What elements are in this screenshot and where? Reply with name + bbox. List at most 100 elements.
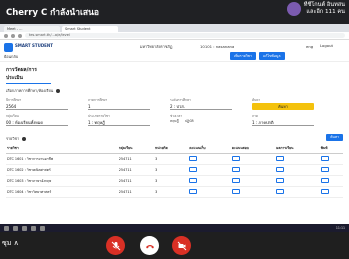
school-select[interactable]: มหาวิทยาลัยราชภัฏ bbox=[140, 44, 172, 50]
mic-off-button[interactable] bbox=[106, 236, 125, 255]
clock: 11:11 bbox=[335, 226, 345, 230]
browser-tabbar: Meet - ... Smart Student bbox=[0, 24, 349, 32]
year-select[interactable]: 2564 bbox=[6, 103, 68, 110]
radio-theory[interactable]: ทฤษฎี bbox=[170, 119, 179, 124]
program-select[interactable]: 1 : ภาคปกติ bbox=[252, 119, 314, 126]
collect-score-button[interactable] bbox=[189, 167, 198, 172]
language-toggle[interactable]: eng bbox=[306, 44, 313, 49]
start-icon[interactable] bbox=[4, 225, 9, 231]
table-row: DTC 1602 : วิชาคณิตศาสตร์ 254711 3 bbox=[6, 164, 343, 176]
info-icon bbox=[56, 89, 61, 93]
result-button[interactable] bbox=[276, 167, 285, 172]
table-title: รายวิชา bbox=[6, 136, 27, 142]
filter-subtitle-text: เลือกภาคการศึกษา/ห้องเรียน bbox=[6, 88, 54, 93]
credit-cell: 3 bbox=[154, 175, 189, 187]
filter-subtitle: เลือกภาคการศึกษา/ห้องเรียน bbox=[6, 88, 343, 94]
hang-up-icon bbox=[145, 244, 154, 248]
level-select[interactable]: 2 : ปวส. bbox=[170, 103, 232, 110]
app-logo bbox=[4, 43, 13, 52]
col-subject: รายวิชา bbox=[6, 144, 118, 154]
participant-name: ทีชีโกนต์ อินทสน bbox=[303, 2, 345, 8]
table-title-text: รายวิชา bbox=[6, 136, 20, 141]
group-cell: 254711 bbox=[117, 164, 155, 176]
result-button[interactable] bbox=[276, 156, 285, 161]
result-button[interactable] bbox=[276, 178, 285, 183]
camera-off-button[interactable] bbox=[172, 236, 191, 255]
term-select[interactable]: 1 bbox=[88, 103, 150, 110]
exam-score-button[interactable] bbox=[231, 167, 240, 172]
result-button[interactable] bbox=[276, 189, 285, 194]
assessment-panel: การวัดผล/การประเมิน เลือกภาคการศึกษา/ห้อ… bbox=[6, 66, 343, 198]
browser-tab-meet[interactable]: Meet - ... bbox=[4, 26, 60, 32]
camera-off-icon bbox=[177, 241, 186, 250]
col-print: พิมพ์ bbox=[319, 144, 343, 154]
edit-data-button[interactable]: แก้ไขข้อมูล bbox=[259, 52, 285, 60]
group-cell: 254711 bbox=[117, 186, 155, 198]
table-search-button[interactable]: ค้นหา bbox=[326, 133, 343, 141]
user-select[interactable]: 10101 : nasanana bbox=[200, 44, 234, 49]
print-button[interactable] bbox=[320, 178, 329, 183]
browser-icon[interactable] bbox=[22, 225, 27, 231]
mic-off-icon bbox=[111, 241, 120, 250]
add-subject-button[interactable]: เพิ่มรายวิชา bbox=[230, 52, 257, 60]
participant-count: และอีก 111 คน bbox=[306, 9, 345, 15]
app-icon[interactable] bbox=[40, 225, 45, 231]
col-group: กลุ่มเรียน bbox=[117, 144, 155, 154]
type-select[interactable]: 1 : ทฤษฎี bbox=[88, 119, 150, 126]
collect-score-button[interactable] bbox=[189, 189, 198, 194]
zoom-label[interactable]: ซุม ∧ bbox=[2, 238, 19, 249]
credit-cell: 3 bbox=[154, 186, 189, 198]
print-button[interactable] bbox=[320, 167, 329, 172]
back-icon[interactable] bbox=[4, 33, 8, 38]
subject-cell: DTC 1604 : วิชาวิทยาศาสตร์ bbox=[6, 186, 118, 198]
avatar bbox=[286, 2, 301, 16]
exam-score-button[interactable] bbox=[231, 189, 240, 194]
table-row: DTC 1604 : วิชาวิทยาศาสตร์ 254711 3 bbox=[6, 186, 343, 198]
subject-cell: DTC 1603 : วิชาภาษาอังกฤษ bbox=[6, 175, 118, 187]
subjects-table: รายวิชา กลุ่มเรียน หน่วยกิต คะแนนเก็บ คะ… bbox=[6, 144, 343, 198]
os-taskbar: 11:11 bbox=[0, 224, 349, 232]
col-exam: คะแนนสอบ bbox=[230, 144, 276, 154]
table-row: DTC 1603 : วิชาภาษาอังกฤษ 254711 3 bbox=[6, 175, 343, 187]
col-result: ผลการเรียน bbox=[275, 144, 320, 154]
info-icon bbox=[22, 137, 27, 141]
shared-screen: Meet - ... Smart Student tes.smart.th/..… bbox=[0, 24, 349, 232]
meet-header: Cherry C กำลังนำเสนอ ทีชีโกนต์ อินทสน แล… bbox=[0, 0, 349, 24]
exam-score-button[interactable] bbox=[231, 178, 240, 183]
credit-cell: 3 bbox=[154, 164, 189, 176]
print-button[interactable] bbox=[320, 156, 329, 161]
col-collect: คะแนนเก็บ bbox=[188, 144, 231, 154]
address-input[interactable]: tes.smart.th/...a/e/level bbox=[25, 33, 345, 38]
page-title: การวัดผล/การประเมิน bbox=[6, 66, 51, 84]
meet-controls: ซุม ∧ bbox=[0, 232, 349, 259]
subject-cell: DTC 1602 : วิชาคณิตศาสตร์ bbox=[6, 164, 118, 176]
browser-urlbar: tes.smart.th/...a/e/level bbox=[0, 32, 349, 40]
search-icon[interactable] bbox=[13, 225, 18, 231]
presenter-label: Cherry C กำลังนำเสนอ bbox=[6, 8, 100, 18]
filter-form: ปีการศึกษา 2564 ภาคการศึกษา 1 ระดับการศึกษ… bbox=[6, 98, 343, 126]
period-radios: ทฤษฎี ปฏิบัติ bbox=[170, 119, 232, 124]
back-link[interactable]: ย้อนกลับ bbox=[4, 54, 18, 60]
group-select[interactable]: 00 : ห้องเรียนทั้งหมด bbox=[6, 119, 68, 126]
group-cell: 254711 bbox=[117, 175, 155, 187]
collect-score-button[interactable] bbox=[189, 178, 198, 183]
folder-icon[interactable] bbox=[31, 225, 36, 231]
collect-score-button[interactable] bbox=[189, 156, 198, 161]
table-header-row: รายวิชา กลุ่มเรียน หน่วยกิต คะแนนเก็บ คะ… bbox=[6, 144, 343, 154]
participant-info: ทีชีโกนต์ อินทสน และอีก 111 คน bbox=[286, 2, 345, 16]
group-cell: 254711 bbox=[117, 153, 155, 165]
logout-button[interactable]: Logout bbox=[320, 43, 333, 48]
reload-icon[interactable] bbox=[18, 33, 22, 38]
print-button[interactable] bbox=[320, 189, 329, 194]
radio-practice[interactable]: ปฏิบัติ bbox=[185, 119, 194, 124]
table-row: DTC 1601 : วิชาการงานอาชีพ 254711 3 bbox=[6, 153, 343, 165]
app-header: SMART STUDENT มหาวิทยาลัยราชภัฏ 10101 : … bbox=[0, 40, 349, 62]
browser-tab-app[interactable]: Smart Student bbox=[62, 26, 118, 32]
forward-icon[interactable] bbox=[11, 33, 15, 38]
app-name: SMART STUDENT bbox=[15, 43, 53, 48]
search-button[interactable]: ค้นหา bbox=[252, 103, 314, 110]
subject-cell: DTC 1601 : วิชาการงานอาชีพ bbox=[6, 153, 118, 165]
exam-score-button[interactable] bbox=[231, 156, 240, 161]
hang-up-button[interactable] bbox=[140, 236, 159, 255]
credit-cell: 3 bbox=[154, 153, 189, 165]
